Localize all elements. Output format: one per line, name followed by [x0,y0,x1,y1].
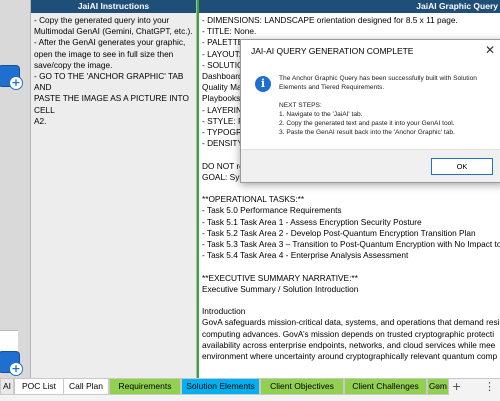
instruction-line: - Copy the generated query into your [34,15,170,25]
sheet-tab[interactable]: AI [0,379,14,395]
dialog-message-line: NEXT STEPS: [279,102,322,109]
sheet-tab[interactable]: Client Challenges [344,379,427,395]
query-line: - Task 5.0 Performance Requirements [202,205,342,216]
sheet-tab[interactable]: Client Objectives [260,379,344,395]
query-line [202,261,499,272]
dialog-title: JAI-AI QUERY GENERATION COMPLETE [251,46,414,56]
query-line: Executive Summary / Solution Introductio… [202,283,359,294]
query-line: availability across enterprise endpoints… [202,339,496,350]
dialog-message-line: The Anchor Graphic Query has been succes… [279,75,477,82]
query-line: **OPERATIONAL TASKS:** [202,194,305,205]
dialog-message-line: 1. Navigate to the 'JaiAI' tab. [279,111,363,118]
query-line: - DIMENSIONS: LANDSCAPE orientation desi… [202,15,458,25]
instructions-text: - Copy the generated query into your Mult… [31,13,196,129]
dialog-message-line: 2. Copy the generated text and paste it … [279,120,455,127]
graphic-query-header: JaiAI Graphic Query [199,0,500,13]
insert-image-icon[interactable]: + [0,65,23,90]
sheet-tab[interactable]: Requirements [109,379,181,395]
query-line: Introduction [202,306,246,317]
options-icon[interactable]: ⋮ [484,379,495,394]
query-line: computing advances. GovA’s mission depen… [202,328,495,339]
close-icon[interactable]: ✕ [485,43,495,57]
query-line: environment where uncertainty around cry… [202,351,498,362]
instruction-line: Multimodal GenAI (Gemini, ChatGPT, etc.)… [34,26,193,37]
instruction-line: save/copy the image. [34,59,113,70]
instructions-header: JaiAI Instructions [31,0,196,13]
sheet-tab[interactable]: Solution Elements [181,379,260,395]
query-line: GovA safeguards mission-critical data, s… [202,317,500,328]
query-line: **EXECUTIVE SUMMARY NARRATIVE:** [202,272,358,283]
info-icon: i [255,76,271,92]
query-line: - Task 5.1 Task Area 1 - Assess Encrypti… [202,216,422,227]
instruction-line: - GO TO THE 'ANCHOR GRAPHIC' TAB AND [34,71,184,93]
query-line: - Task 5.4 Task Area 4 - Enterprise Anal… [202,250,409,261]
dialog-message-line: Elements and Tiered Requirements. [279,84,385,91]
query-complete-dialog: JAI-AI QUERY GENERATION COMPLETE ✕ i The… [240,39,500,183]
instructions-column[interactable]: JaiAI Instructions - Copy the generated … [31,0,197,378]
sheet-tab-bar: Com Client Challenges Client Objectives Sol… [0,378,500,401]
dialog-footer: OK [241,149,500,182]
column-a: + + [0,0,31,378]
query-line: - TITLE: None. [202,26,257,37]
dialog-message-line: 3. Paste the GenAI result back into the … [279,129,455,136]
ok-button[interactable]: OK [431,158,493,175]
query-line: - Task 5.3 Task Area 3 – Transition to P… [202,239,500,250]
add-sheet-icon[interactable]: + [452,379,461,394]
instruction-line: A2. [34,115,47,126]
instruction-line: open the image to see in full size then [34,48,174,59]
sheet-tab[interactable]: Call Plan [63,379,109,395]
sheet-tab[interactable]: POC List [14,379,64,395]
dialog-message: The Anchor Graphic Query has been succes… [279,74,494,137]
more-tabs-icon[interactable]: ⋯ [432,379,443,394]
query-line [202,183,499,194]
insert-image-icon[interactable]: + [0,351,23,376]
instruction-line: - After the GenAI generates your graphic… [34,37,186,48]
dialog-message-line [279,92,494,101]
query-line: - Task 5.2 Task Area 2 - Develop Post-Qu… [202,227,476,238]
instruction-line: PASTE THE IMAGE AS A PICTURE INTO CELL [34,93,189,115]
query-line [202,295,499,306]
